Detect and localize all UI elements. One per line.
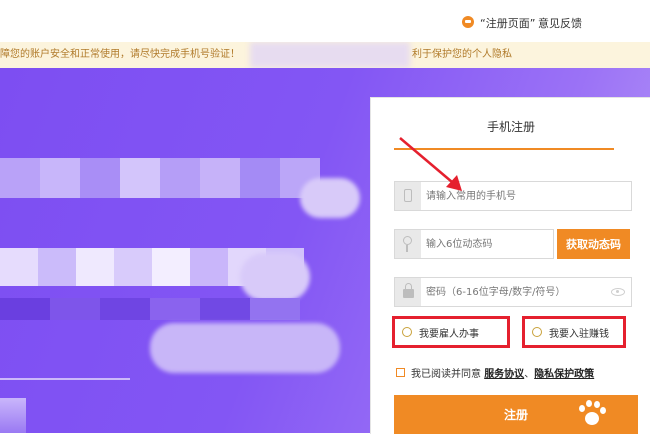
role-option-hire[interactable]: 我要雇人办事 — [392, 316, 510, 348]
agree-checkbox[interactable] — [396, 368, 405, 377]
blurred-region — [300, 178, 360, 218]
blurred-region — [240, 253, 310, 301]
role-option-earn[interactable]: 我要入驻赚钱 — [522, 316, 626, 348]
notice-text-right: 利于保护您的个人隐私 — [412, 49, 512, 60]
notice-bar: 障您的账户安全和正常使用，请尽快完成手机号验证！ 利于保护您的个人隐私 — [0, 42, 650, 68]
banner-underline — [0, 378, 130, 380]
lock-icon-box — [395, 278, 421, 306]
password-input[interactable] — [426, 278, 616, 306]
get-code-button[interactable]: 获取动态码 — [557, 229, 630, 259]
radio-earn[interactable] — [532, 327, 542, 337]
agree-line: 我已阅读并同意 服务协议、隐私保护政策 — [411, 365, 594, 380]
phone-icon — [404, 189, 412, 202]
role-option-earn-label: 我要入驻赚钱 — [549, 329, 609, 340]
agree-separator: 、 — [524, 369, 535, 380]
code-field — [394, 229, 554, 259]
register-panel: 手机注册 获取动态码 我要雇人办事 我要入驻赚钱 我已阅读并同意 服务协议、隐私… — [370, 97, 650, 434]
decorative-cube — [0, 398, 26, 433]
phone-field — [394, 181, 632, 211]
form-title: 手机注册 — [486, 120, 535, 134]
privacy-policy-link[interactable]: 隐私保护政策 — [534, 369, 594, 380]
role-option-hire-label: 我要雇人办事 — [419, 329, 479, 340]
code-input[interactable] — [426, 230, 546, 258]
phone-input[interactable] — [426, 182, 616, 210]
blurred-region — [250, 42, 410, 68]
blurred-region — [150, 323, 340, 373]
phone-icon-box — [395, 182, 421, 210]
feedback-icon — [462, 16, 474, 28]
radio-hire[interactable] — [402, 327, 412, 337]
key-icon-box — [395, 230, 421, 258]
top-bar: “注册页面” 意见反馈 — [0, 0, 650, 42]
paw-icon — [576, 397, 608, 431]
eye-icon[interactable] — [611, 288, 625, 296]
agree-text: 我已阅读并同意 — [411, 369, 481, 380]
notice-text-left: 障您的账户安全和正常使用，请尽快完成手机号验证！ — [0, 49, 240, 60]
key-icon — [403, 236, 412, 252]
feedback-link[interactable]: 意见反馈 — [538, 15, 582, 31]
pixelated-banner-text-1 — [0, 158, 320, 198]
lock-icon — [403, 283, 414, 298]
service-agreement-link[interactable]: 服务协议 — [484, 369, 524, 380]
title-underline — [394, 148, 614, 150]
password-field — [394, 277, 632, 307]
pixelated-banner-text-3 — [0, 298, 300, 320]
register-page-link[interactable]: “注册页面” — [480, 15, 535, 31]
